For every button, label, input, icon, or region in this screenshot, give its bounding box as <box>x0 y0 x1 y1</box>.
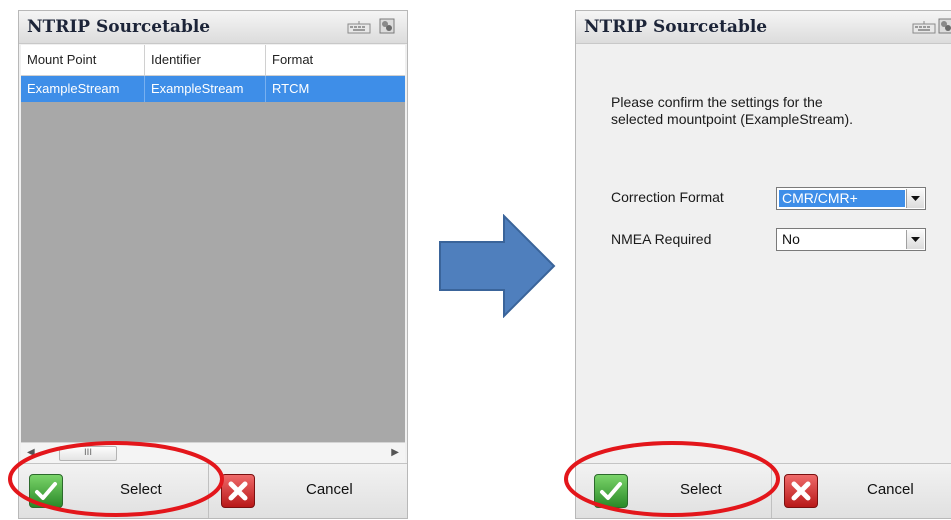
cell-format: RTCM <box>272 81 310 96</box>
scroll-left-icon[interactable]: ◀ <box>27 447 35 458</box>
nmea-required-value: No <box>782 231 800 247</box>
correction-format-label: Correction Format <box>611 189 724 205</box>
cancel-label: Cancel <box>867 481 914 498</box>
checkmark-icon <box>594 474 628 508</box>
confirm-message: Please confirm the settings for the sele… <box>611 94 931 128</box>
chevron-down-icon[interactable] <box>906 189 924 208</box>
sourcetable-window: NTRIP Sourcetable Mount Point Identifier… <box>18 10 408 519</box>
button-bar: Select Cancel <box>576 463 951 518</box>
settings-icon[interactable] <box>379 18 395 34</box>
window-title: NTRIP Sourcetable <box>27 17 211 37</box>
column-header-format[interactable]: Format <box>266 45 405 75</box>
confirm-message-line2: selected mountpoint (ExampleStream). <box>611 111 853 127</box>
scrollbar-thumb[interactable]: III <box>59 446 117 461</box>
sourcetable-grid: Mount Point Identifier Format ExampleStr… <box>21 45 405 463</box>
window-title: NTRIP Sourcetable <box>584 17 768 37</box>
title-bar: NTRIP Sourcetable <box>576 11 951 44</box>
arrow-right-icon <box>439 214 556 318</box>
select-button[interactable]: Select <box>19 464 209 518</box>
cancel-label: Cancel <box>306 481 353 498</box>
settings-icon[interactable] <box>938 18 951 34</box>
close-icon <box>784 474 818 508</box>
nmea-required-dropdown[interactable]: No <box>776 228 926 251</box>
table-row[interactable]: ExampleStream ExampleStream RTCM <box>21 76 405 102</box>
column-header-identifier[interactable]: Identifier <box>145 45 266 75</box>
nmea-required-label: NMEA Required <box>611 231 712 247</box>
scroll-right-icon[interactable]: ▶ <box>391 447 399 458</box>
select-label: Select <box>120 481 162 498</box>
close-icon <box>221 474 255 508</box>
select-button[interactable]: Select <box>576 464 772 518</box>
keyboard-icon[interactable] <box>912 20 936 34</box>
horizontal-scrollbar[interactable]: ◀ III ▶ <box>21 442 405 463</box>
correction-format-dropdown[interactable]: CMR/CMR+ <box>776 187 926 210</box>
button-bar: Select Cancel <box>19 463 407 518</box>
keyboard-icon[interactable] <box>347 20 371 34</box>
correction-format-value: CMR/CMR+ <box>779 190 905 207</box>
cell-identifier: ExampleStream <box>145 76 266 102</box>
cancel-button[interactable]: Cancel <box>772 464 951 518</box>
confirm-message-line1: Please confirm the settings for the <box>611 94 823 110</box>
settings-confirm-window: NTRIP Sourcetable Please confirm the set… <box>575 10 951 519</box>
cancel-button[interactable]: Cancel <box>209 464 407 518</box>
title-bar: NTRIP Sourcetable <box>19 11 407 44</box>
table-header: Mount Point Identifier Format <box>21 45 405 76</box>
select-label: Select <box>680 481 722 498</box>
column-header-mount-point[interactable]: Mount Point <box>21 45 145 75</box>
chevron-down-icon[interactable] <box>906 230 924 249</box>
cell-mount-point: ExampleStream <box>21 76 145 102</box>
checkmark-icon <box>29 474 63 508</box>
